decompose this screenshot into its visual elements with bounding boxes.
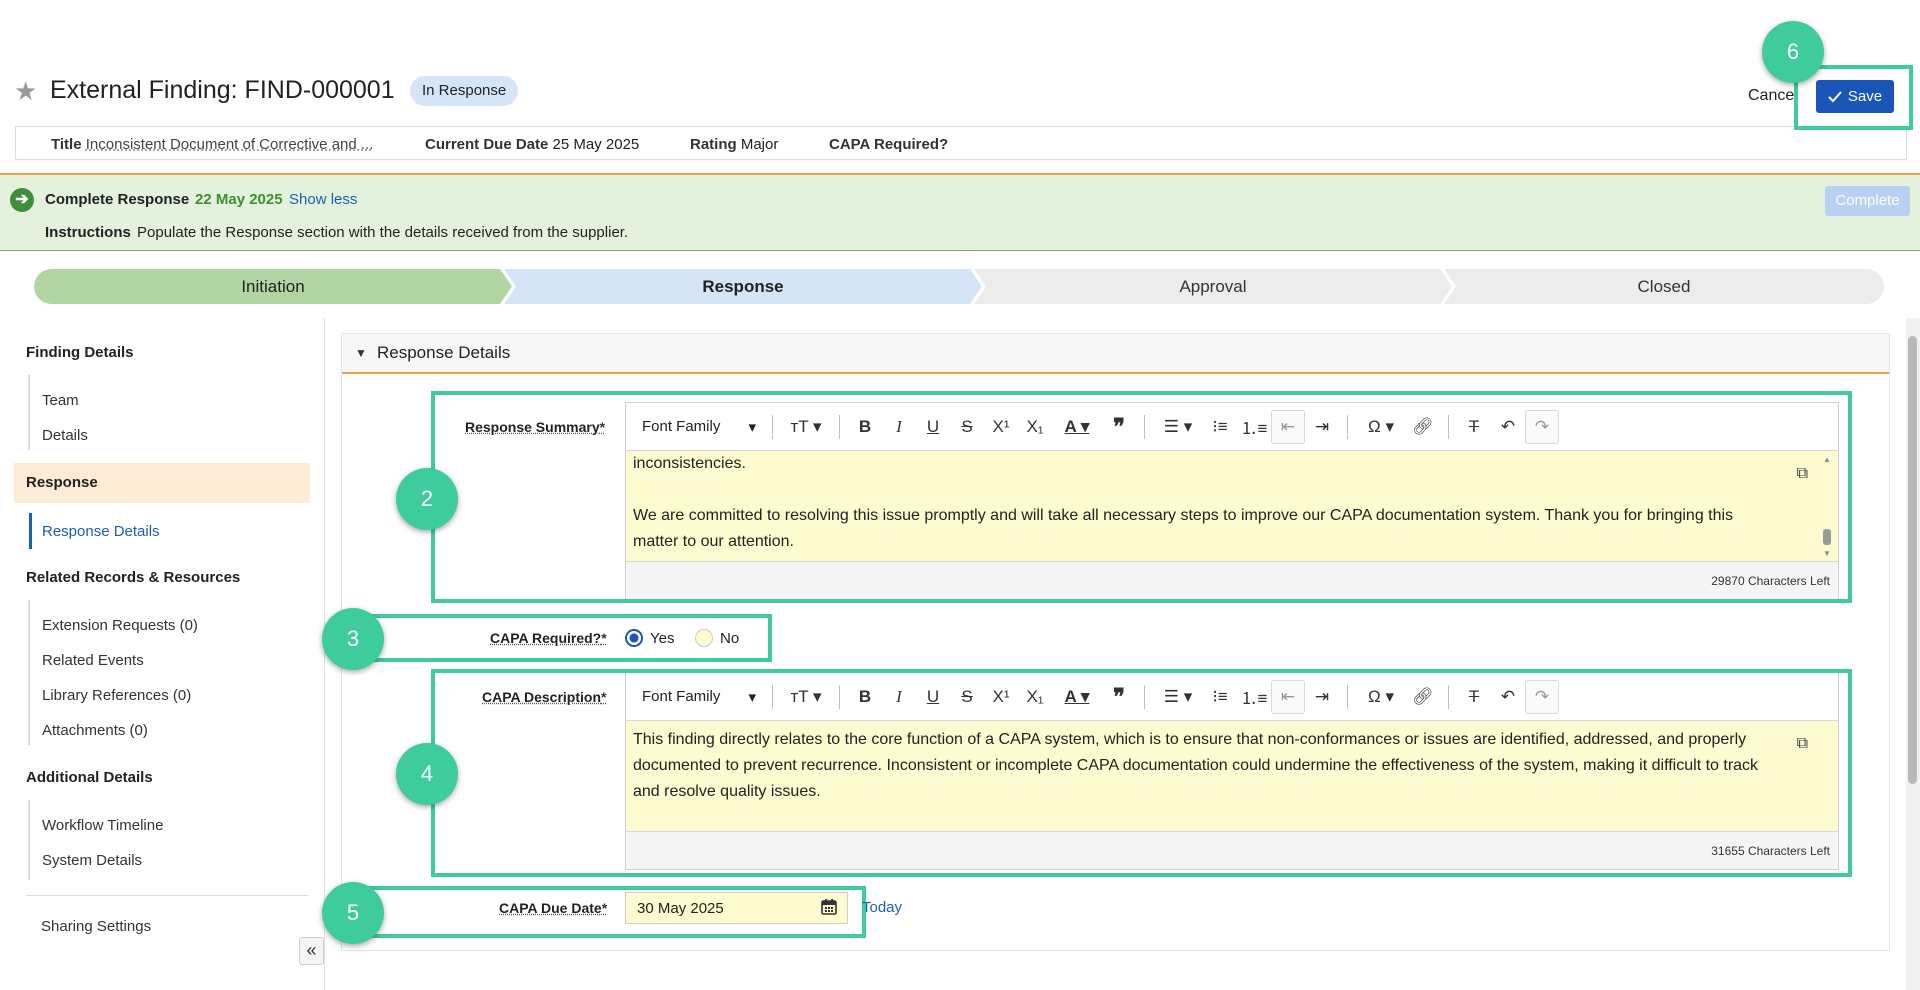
capa-due-date-input[interactable]: 30 May 2025 — [625, 892, 848, 924]
arrow-right-circle-icon: ➔ — [10, 188, 34, 212]
sidebar-item-team[interactable]: Team — [42, 392, 79, 409]
instructions-label: Instructions — [45, 224, 131, 241]
capa-required-no-label[interactable]: No — [720, 630, 739, 647]
section-title[interactable]: Response Details — [377, 343, 510, 363]
annotation-badge-6: 6 — [1762, 21, 1824, 83]
sidebar-group-line — [28, 600, 30, 745]
summary-title-label: Title — [51, 136, 82, 153]
sidebar-item-system-details[interactable]: System Details — [42, 852, 142, 869]
sidebar-active-indicator — [29, 513, 32, 549]
sidebar-item-workflow-timeline[interactable]: Workflow Timeline — [42, 817, 163, 834]
capa-required-no-radio[interactable] — [695, 629, 713, 647]
sidebar-heading-related-records[interactable]: Related Records & Resources — [26, 569, 240, 586]
summary-due-value: 25 May 2025 — [552, 136, 640, 153]
show-less-link[interactable]: Show less — [289, 191, 357, 208]
step-approval[interactable]: Approval — [974, 269, 1452, 304]
sidebar-heading-finding-details[interactable]: Finding Details — [26, 344, 134, 361]
collapse-sidebar-icon[interactable]: « — [299, 937, 324, 965]
required-marker: * — [601, 630, 607, 646]
sidebar-item-library-references[interactable]: Library References (0) — [42, 687, 191, 704]
sidebar-item-extension-requests[interactable]: Extension Requests (0) — [42, 617, 198, 634]
summary-title: Title Inconsistent Document of Correctiv… — [51, 136, 373, 153]
cancel-button[interactable]: Cancel — [1748, 87, 1798, 105]
task-date: 22 May 2025 — [195, 191, 283, 208]
capa-required-yes-label[interactable]: Yes — [650, 630, 674, 647]
sidebar-item-sharing-settings[interactable]: Sharing Settings — [41, 918, 151, 935]
capa-due-date-label-text: CAPA Due Date — [499, 900, 602, 916]
summary-capa: CAPA Required? — [829, 136, 948, 153]
capa-required-label: CAPA Required?* — [490, 630, 607, 646]
favorite-star-icon[interactable]: ★ — [14, 78, 40, 104]
today-link[interactable]: Today — [862, 899, 902, 916]
highlight-box-4 — [431, 669, 1852, 877]
step-initiation[interactable]: Initiation — [34, 269, 512, 304]
annotation-badge-2: 2 — [396, 468, 458, 530]
sidebar-item-attachments[interactable]: Attachments (0) — [42, 722, 148, 739]
capa-due-date-label: CAPA Due Date* — [499, 900, 607, 916]
sidebar-item-response-details[interactable]: Response Details — [42, 523, 160, 540]
required-marker: * — [601, 900, 608, 916]
sidebar-heading-additional-details[interactable]: Additional Details — [26, 769, 153, 786]
summary-title-value[interactable]: Inconsistent Document of Corrective and … — [86, 136, 374, 153]
page-title: External Finding: FIND-000001 — [50, 76, 395, 104]
summary-due-date: Current Due Date 25 May 2025 — [425, 136, 639, 153]
capa-required-yes-radio[interactable] — [625, 629, 643, 647]
sidebar-heading-response[interactable]: Response — [26, 474, 98, 491]
caret-down-icon[interactable]: ▼ — [355, 346, 367, 360]
status-badge: In Response — [410, 76, 519, 106]
task-label: Complete Response — [45, 191, 190, 208]
section-header[interactable] — [342, 334, 1889, 374]
step-closed[interactable]: Closed — [1444, 269, 1884, 304]
annotation-badge-3: 3 — [322, 608, 384, 670]
annotation-badge-4: 4 — [396, 743, 458, 805]
page-scroll-thumb[interactable] — [1908, 336, 1917, 784]
sidebar-group-line — [28, 375, 30, 450]
summary-rating-label: Rating — [690, 136, 737, 153]
complete-button[interactable]: Complete — [1825, 186, 1910, 216]
sidebar-group-line — [28, 800, 30, 880]
capa-required-label-text: CAPA Required? — [490, 630, 602, 646]
summary-capa-label: CAPA Required? — [829, 136, 949, 153]
summary-rating: Rating Major — [690, 136, 778, 153]
workflow-stepper: Initiation Response Approval Closed — [34, 269, 1884, 304]
annotation-badge-5: 5 — [322, 882, 384, 944]
sidebar-divider — [26, 895, 308, 896]
sidebar-item-details[interactable]: Details — [42, 427, 88, 444]
step-response[interactable]: Response — [504, 269, 982, 304]
summary-due-label: Current Due Date — [425, 136, 549, 153]
sidebar-item-related-events[interactable]: Related Events — [42, 652, 144, 669]
calendar-icon[interactable] — [820, 898, 838, 916]
instructions-text: Populate the Response section with the d… — [137, 224, 629, 241]
summary-rating-value: Major — [740, 136, 779, 153]
highlight-box-2-full — [431, 391, 1852, 603]
